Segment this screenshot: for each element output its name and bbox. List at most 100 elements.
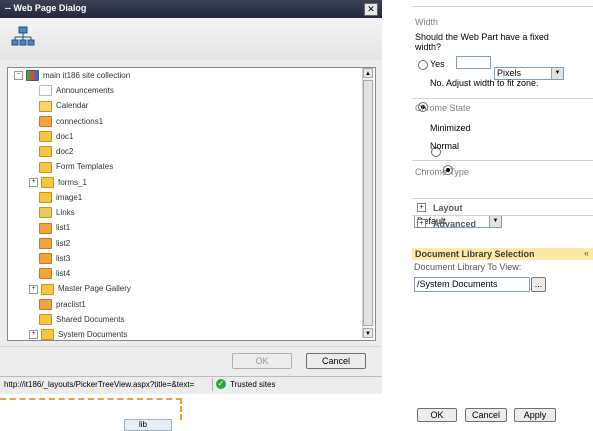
calendar-icon [39,100,52,112]
list-icon [39,268,52,280]
tree-item[interactable]: list2 [39,236,70,251]
site-hierarchy-icon [11,26,35,46]
tree-item[interactable]: + Master Page Gallery [29,281,131,296]
tree-item-label: System Documents [58,330,128,339]
collapse-chevron-icon[interactable]: « [584,248,589,258]
normal-label: Normal [430,141,460,151]
tree-item[interactable]: image1 [39,190,82,205]
tree-item-label: connections1 [56,116,104,126]
tree-item[interactable]: Form Templates [39,159,113,174]
tree-item-label: Shared Documents [56,314,125,324]
divider [412,6,593,7]
scroll-down-arrow-icon[interactable]: ▼ [363,328,373,338]
adjust-width-label: No. Adjust width to fit zone. [430,78,539,88]
expand-plus-icon[interactable]: + [417,219,426,228]
tree-item[interactable]: list4 [39,266,70,281]
layout-section-toggle[interactable]: Layout [433,203,463,213]
folder-icon [41,329,54,341]
tree-item[interactable]: doc1 [39,129,73,144]
tree-item-label: list3 [56,253,71,263]
list-icon [39,115,52,127]
background-tab[interactable]: lib [124,419,172,431]
dialog-header [0,18,382,61]
fixed-width-question: Should the Web Part have a fixed width? [415,32,549,52]
tree-item[interactable]: list3 [39,251,70,266]
list-icon [39,237,52,249]
list-icon [39,253,52,265]
links-icon [39,207,52,219]
security-zone-label: Trusted sites [230,380,276,389]
web-part-zone-outline [0,398,182,420]
tree-root[interactable]: − main it186 site collection [14,68,130,83]
fixed-width-yes-radio[interactable] [418,59,428,70]
tree-item[interactable]: Links [39,205,75,220]
status-divider [212,378,213,391]
tree-item-label: doc1 [56,131,74,141]
tree-item[interactable]: connections1 [39,114,103,129]
chevron-down-icon: ▼ [551,67,563,79]
tree-item[interactable]: + forms_1 [29,175,87,190]
folder-icon [39,161,52,173]
pane-cancel-button[interactable]: Cancel [465,408,507,422]
pane-ok-button[interactable]: OK [417,408,457,422]
width-value-input[interactable] [456,56,491,69]
list-icon [39,222,52,234]
doclib-input[interactable]: /System Documents [414,277,530,292]
yes-label: Yes [430,59,445,69]
pane-apply-button[interactable]: Apply [514,408,556,422]
tree-item-label: image1 [56,192,83,202]
dialog-title: -- Web Page Dialog [5,3,87,13]
tree-item-label: list4 [56,269,71,278]
doclib-heading: Document Library Selection [415,249,535,259]
width-heading: Width [415,17,439,27]
chevron-down-icon: ▼ [489,216,501,228]
folder-icon [39,131,52,143]
minimized-label: Minimized [430,123,471,133]
expand-plus-icon[interactable]: + [417,203,426,212]
tree-item[interactable]: praclist1 [39,297,86,312]
chrome-type-heading: Chrome Type [415,167,469,177]
close-icon[interactable]: ✕ [364,3,378,16]
folder-icon [39,192,52,204]
scroll-up-arrow-icon[interactable]: ▲ [363,68,373,78]
background-tab-label: lib [139,420,148,429]
dialog-ok-button[interactable]: OK [232,353,292,369]
trusted-check-icon: ✓ [216,379,226,389]
list-icon [39,298,52,310]
tree-item-label: Master Page Gallery [58,284,131,294]
tree-item[interactable]: + System Documents [29,327,127,342]
folder-icon [41,176,54,188]
advanced-section-toggle[interactable]: Advanced [433,219,476,229]
tree-item-label: list1 [56,223,71,233]
dialog-cancel-button[interactable]: Cancel [306,353,366,369]
expand-plus-icon[interactable]: + [29,284,38,294]
chrome-state-heading: Chrome State [415,103,471,113]
collapse-minus-icon[interactable]: − [14,71,23,81]
expand-plus-icon[interactable]: + [29,330,38,340]
tree-item-label: doc2 [56,147,74,156]
folder-icon [39,314,52,326]
status-url: http://it186/_layouts/PickerTreeView.asp… [4,380,195,389]
expand-plus-icon[interactable]: + [29,177,38,187]
tree-item-label: Form Templates [56,162,114,172]
browse-button[interactable]: ... [531,277,546,292]
tree-item[interactable]: doc2 [39,144,73,159]
scrollbar-thumb[interactable] [363,80,373,326]
doclib-section-header[interactable]: Document Library Selection « [412,248,593,260]
doclib-to-view-label: Document Library To View: [414,262,522,272]
tree-item[interactable]: list1 [39,220,70,235]
folder-icon [39,146,52,158]
tree-scrollbar[interactable]: ▲ ▼ [362,68,374,338]
tree-item[interactable]: Announcements [39,83,114,98]
tree-item[interactable]: Shared Documents [39,312,124,327]
tree-item-label: Announcements [56,86,114,95]
site-collection-icon [26,70,39,82]
folder-icon [41,283,54,295]
tree-item-label: list2 [56,238,71,248]
divider [412,198,593,199]
tree-root-label: main it186 site collection [43,71,131,80]
divider [412,98,593,99]
tree-item-label: Calendar [56,101,89,111]
tree-item[interactable]: Calendar [39,98,88,113]
announcements-icon [39,85,52,97]
